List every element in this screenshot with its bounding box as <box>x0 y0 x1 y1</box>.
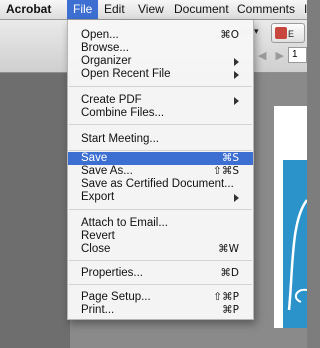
page-nav-arrows-icon[interactable]: ◀ ▶ <box>258 49 287 62</box>
menu-item-save-as[interactable]: Save As... ⇧⌘S <box>68 165 253 178</box>
menu-item-browse[interactable]: Browse... <box>68 42 253 55</box>
menu-item-create-pdf[interactable]: Create PDF <box>68 94 253 107</box>
menu-separator <box>69 150 252 151</box>
menu-item-combine-files[interactable]: Combine Files... <box>68 107 253 120</box>
menu-item-attach-to-email[interactable]: Attach to Email... <box>68 217 253 230</box>
menu-item-close[interactable]: Close ⌘W <box>68 243 253 256</box>
menubar-item-document[interactable]: Document <box>168 0 235 19</box>
menu-item-print[interactable]: Print... ⌘P <box>68 304 253 317</box>
menu-item-save[interactable]: Save ⌘S <box>68 152 253 165</box>
submenu-arrow-icon <box>234 71 239 79</box>
menu-item-start-meeting[interactable]: Start Meeting... <box>68 133 253 146</box>
menu-separator <box>69 124 252 125</box>
menu-item-save-as-certified-document[interactable]: Save as Certified Document... <box>68 178 253 191</box>
submenu-arrow-icon <box>234 58 239 66</box>
submenu-arrow-icon <box>234 194 239 202</box>
file-menu: Open... ⌘O Browse... Organizer Open Rece… <box>67 20 254 320</box>
menubar-item-comments[interactable]: Comments <box>231 0 301 19</box>
menu-item-open-recent-file[interactable]: Open Recent File <box>68 68 253 81</box>
toolbar-e-button-label: E <box>288 29 295 39</box>
menubar-item-truncated[interactable]: I <box>298 0 307 19</box>
submenu-arrow-icon <box>234 97 239 105</box>
menu-item-revert[interactable]: Revert <box>68 230 253 243</box>
document-graphic <box>283 160 309 328</box>
menubar-item-edit[interactable]: Edit <box>98 0 131 19</box>
menubar-item-view[interactable]: View <box>132 0 170 19</box>
menu-item-organizer[interactable]: Organizer <box>68 55 253 68</box>
menu-item-properties[interactable]: Properties... ⌘D <box>68 267 253 280</box>
menu-separator <box>69 260 252 261</box>
menubar-item-file[interactable]: File <box>67 0 99 19</box>
menu-item-page-setup[interactable]: Page Setup... ⇧⌘P <box>68 291 253 304</box>
menu-item-export[interactable]: Export <box>68 191 253 204</box>
toolbar-e-button[interactable]: E <box>271 23 305 43</box>
document-graphic-stroke <box>287 199 309 311</box>
menu-item-open[interactable]: Open... ⌘O <box>68 29 253 42</box>
menu-separator <box>69 209 252 210</box>
page-number-field[interactable]: 1 <box>288 47 307 63</box>
menu-bar: Acrobat File Edit View Document Comments… <box>0 0 307 20</box>
navigation-pane <box>0 73 70 348</box>
menubar-item-acrobat[interactable]: Acrobat <box>0 0 57 19</box>
menu-separator <box>69 284 252 285</box>
menu-separator <box>69 86 252 87</box>
document-icon <box>275 27 287 39</box>
